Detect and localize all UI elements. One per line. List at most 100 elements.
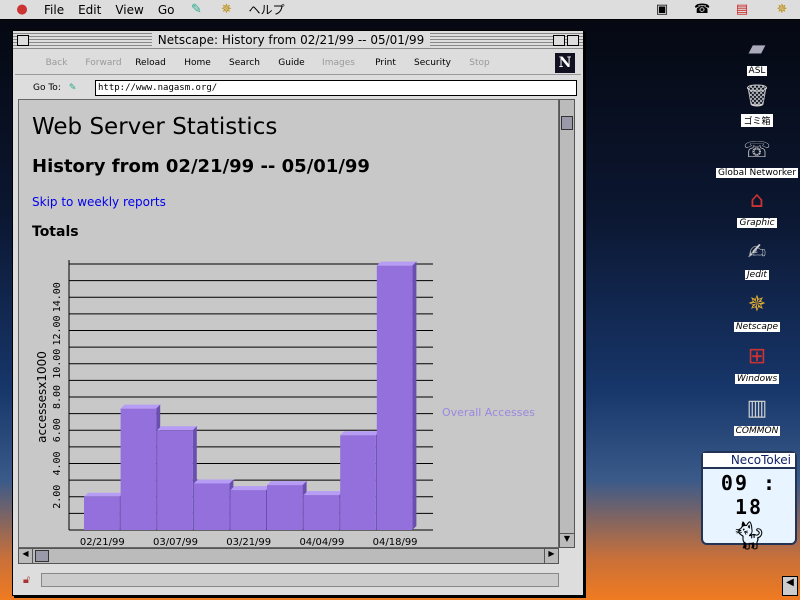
bar [267,485,303,530]
vertical-scrollbar[interactable]: ▼ [559,99,575,548]
close-box[interactable] [17,34,29,46]
bar [84,496,120,530]
desktop-icon-common[interactable]: ▥ COMMON [702,394,800,436]
collapse-box[interactable] [566,34,579,46]
folder-icon: ▰ [748,36,766,61]
title-bar[interactable]: Netscape: History from 02/21/99 -- 05/01… [13,31,583,49]
status-progress [41,573,559,587]
bar [120,408,157,530]
navigation-toolbar: Back Forward Reload Home Search Guide Im… [15,51,581,75]
bar-top [340,431,381,436]
menu-edit[interactable]: Edit [78,3,101,17]
bar [340,435,376,530]
forward-button[interactable]: Forward [80,58,127,68]
y-tick-label: 4.00 [52,451,63,475]
netscape-logo[interactable]: N [555,53,575,73]
desktop-icon-jedit[interactable]: ✍ Jedit [702,238,800,280]
bar [193,483,230,530]
horizontal-scroll-thumb[interactable] [35,550,49,562]
bar-top [230,486,271,491]
sleeping-cat-icon: 🐈︎ [731,519,767,552]
images-button[interactable]: Images [315,58,362,68]
bar [230,490,266,530]
x-tick-label: 02/21/99 [80,537,125,548]
scroll-left-arrow[interactable]: ◀ [19,549,33,563]
bar-top [303,491,345,496]
desktop-icon-netscape[interactable]: ✵ Netscape [702,290,800,332]
x-tick-label: 04/04/99 [299,537,344,548]
speaker-icon[interactable]: ◀ [782,576,798,596]
reload-button[interactable]: Reload [127,58,174,68]
bar [157,430,193,530]
windows-logo-icon: ⊞ [747,344,767,369]
neco-tokei-clock[interactable]: NecoTokei 09 : 18 🐈︎ [701,451,797,552]
bar-top [267,481,308,486]
menu-view[interactable]: View [115,3,143,17]
drive-icon: ▥ [746,396,768,421]
bar-top [84,492,125,497]
home-button[interactable]: Home [174,58,221,68]
scroll-down-arrow[interactable]: ▼ [560,533,574,547]
page-content: Web Server Statistics History from 02/21… [18,99,559,548]
menu-file[interactable]: File [44,3,64,17]
desktop-icon-windows[interactable]: ⊞ Windows [702,342,800,384]
us-flag-icon[interactable]: ▤ [734,2,750,18]
search-button[interactable]: Search [221,58,268,68]
bar-side [412,261,417,530]
bar [303,495,340,530]
bar-top [376,261,418,266]
desktop-icon-trash[interactable]: 🗑︎ ゴミ箱 [702,82,800,127]
y-tick-label: 12.00 [52,315,63,345]
accesses-bar-chart: 2.00 4.00 6.00 8.00 10.00 12.00 14.00 02/21/99 0… [35,260,535,548]
apple-menu-icon[interactable]: ● [14,2,30,18]
x-tick-label: 03/21/99 [226,537,271,548]
scroll-right-arrow[interactable]: ▶ [544,549,558,563]
netscape-app-icon[interactable]: ✵ [218,2,234,18]
desktop-icon-graphic[interactable]: ⌂ Graphic [702,186,800,228]
status-bar: 🔓︎ [15,569,581,591]
print-button[interactable]: Print [362,58,409,68]
security-lock-icon[interactable]: 🔓︎ [23,573,30,587]
y-tick-label: 2.00 [52,485,63,509]
menu-go[interactable]: Go [158,3,175,17]
bar-top [157,426,198,431]
location-bar: Go To: ✎ [15,77,581,99]
x-tick-label: 03/07/99 [153,537,198,548]
alias-house-icon: ⌂ [750,188,764,213]
y-tick-label: 8.00 [52,385,63,409]
legend-entry: Overall Accesses [442,406,535,419]
desktop-icon-global-networker[interactable]: ☏ Global Networker [702,136,800,178]
jedit-icon: ✍ [747,240,767,265]
monitor-icon[interactable]: ▣ [654,2,670,18]
x-tick-label: 04/18/99 [373,537,418,548]
stop-button[interactable]: Stop [456,58,503,68]
bar [376,265,413,530]
desktop-icon-asl[interactable]: ▰ ASL [702,34,800,76]
pen-app-icon[interactable]: ✎ [188,2,204,18]
netscape-wheel-icon[interactable]: ✵ [774,2,790,18]
security-button[interactable]: Security [409,58,456,68]
window-title: Netscape: History from 02/21/99 -- 05/01… [151,33,431,47]
url-input[interactable] [95,80,577,96]
y-tick-label: 10.00 [52,349,63,379]
guide-button[interactable]: Guide [268,58,315,68]
phone-icon[interactable]: ☎ [694,2,710,18]
network-icon: ☏ [743,138,771,163]
zoom-box[interactable] [552,34,565,46]
menu-bar: ● File Edit View Go ✎ ✵ ヘルプ ▣ ☎ ▤ ✵ [0,0,800,20]
y-tick-label: 6.00 [52,418,63,442]
bar-top [120,404,162,409]
clock-time: 09 : 18 [720,471,778,519]
vertical-scroll-thumb[interactable] [561,116,573,130]
browser-window: Netscape: History from 02/21/99 -- 05/01… [12,30,584,596]
bar-top [193,479,235,484]
y-tick-label: 14.00 [52,282,63,312]
ship-wheel-icon: ✵ [747,292,767,317]
clock-title: NecoTokei [703,453,795,469]
goto-label: Go To: [33,83,61,93]
bookmark-icon[interactable]: ✎ [69,83,77,93]
horizontal-scrollbar[interactable]: ◀ ▶ [18,548,559,564]
y-axis-label: accessesx1000 [35,351,49,443]
back-button[interactable]: Back [33,58,80,68]
menu-help[interactable]: ヘルプ [248,1,284,18]
